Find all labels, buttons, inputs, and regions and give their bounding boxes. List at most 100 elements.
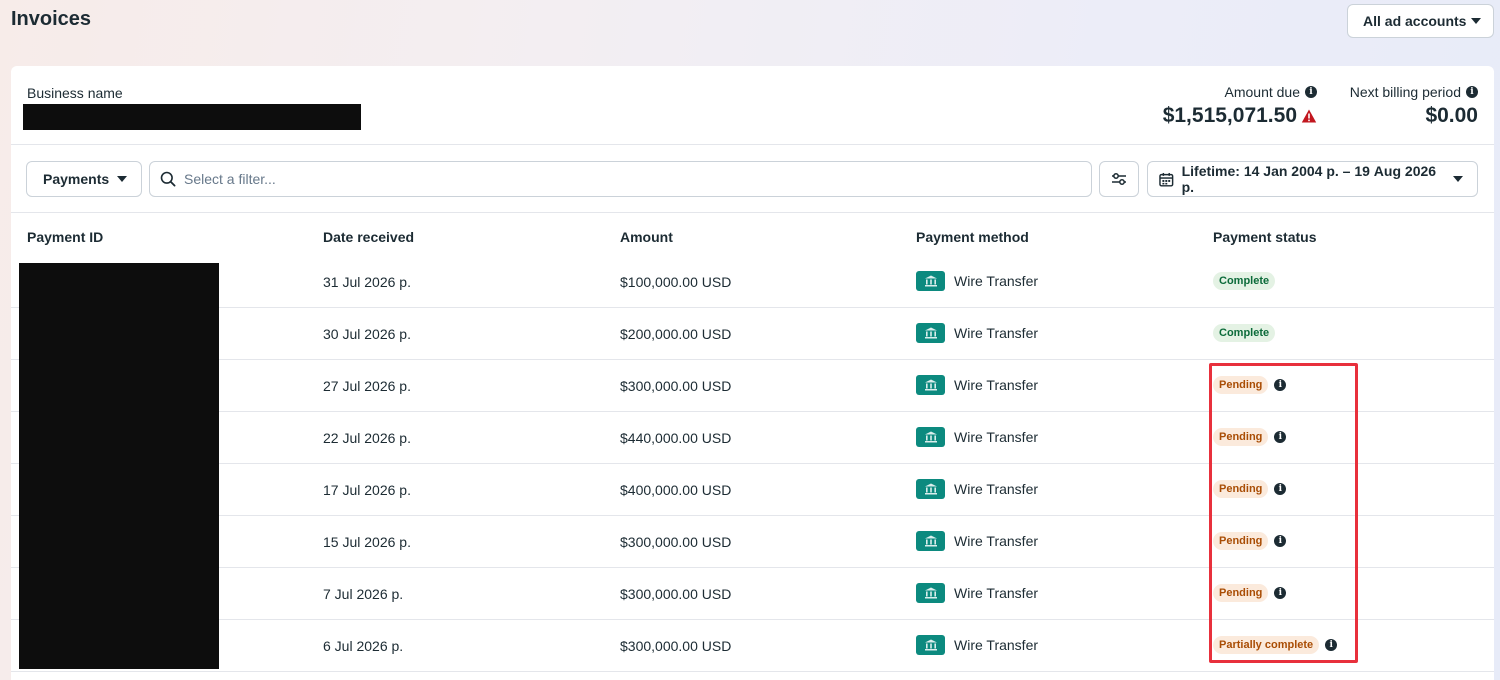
- info-icon[interactable]: i: [1305, 86, 1317, 98]
- filter-settings-button[interactable]: [1099, 161, 1139, 197]
- info-icon[interactable]: i: [1274, 483, 1287, 495]
- amount-cell: $300,000.00 USD: [620, 638, 732, 654]
- bank-icon: [916, 479, 945, 499]
- bank-icon: [916, 323, 945, 343]
- bank-icon: [916, 375, 945, 395]
- next-billing-label: Next billing period i: [1350, 84, 1478, 100]
- amount-cell: $200,000.00 USD: [620, 326, 732, 342]
- amount-cell: $300,000.00 USD: [620, 586, 732, 602]
- table-row[interactable]: 6 Jul 2026 р. $300,000.00 USD Wire Transfe…: [11, 620, 1494, 672]
- table-row[interactable]: 30 Jul 2026 р. $200,000.00 USD Wire Transf…: [11, 308, 1494, 360]
- caret-down-icon: [117, 176, 127, 182]
- status-badge: Complete: [1213, 324, 1276, 342]
- payment-method-label: Wire Transfer: [954, 637, 1039, 653]
- bank-icon: [916, 271, 945, 291]
- amount-cell: $440,000.00 USD: [620, 430, 732, 446]
- payment-method-label: Wire Transfer: [954, 377, 1039, 393]
- payment-status-cell: Pending i: [1213, 584, 1287, 602]
- payment-status-cell: Complete: [1213, 324, 1276, 342]
- date-received-cell: 27 Jul 2026 р.: [323, 378, 411, 394]
- next-billing-label-text: Next billing period: [1349, 84, 1461, 100]
- column-header-payment-method[interactable]: Payment method: [916, 229, 1029, 245]
- bank-icon: [916, 427, 945, 447]
- payment-method-label: Wire Transfer: [954, 325, 1039, 341]
- calendar-icon: [1159, 172, 1174, 187]
- table-row[interactable]: 31 Jul 2026 р. $100,000.00 USD Wire Transf…: [11, 256, 1494, 308]
- info-icon[interactable]: i: [1274, 587, 1287, 599]
- warning-icon[interactable]: [1301, 108, 1317, 124]
- invoices-card: Business name Amount due i $1,515,071.50…: [11, 66, 1494, 680]
- status-badge: Complete: [1213, 272, 1276, 290]
- payment-method-cell: Wire Transfer: [916, 531, 1038, 551]
- ad-accounts-dropdown[interactable]: All ad accounts: [1347, 4, 1494, 38]
- next-billing-value: $0.00: [1425, 104, 1478, 127]
- bank-icon: [916, 531, 945, 551]
- amount-due-label: Amount due i: [1224, 84, 1317, 100]
- date-range-label: Lifetime: 14 Jan 2004 р. – 19 Aug 2026 р…: [1181, 163, 1437, 195]
- payments-dropdown[interactable]: Payments: [26, 161, 142, 197]
- info-icon[interactable]: i: [1274, 431, 1287, 443]
- bank-icon: [916, 635, 945, 655]
- bank-icon: [916, 583, 945, 603]
- status-badge: Pending: [1213, 584, 1269, 602]
- amount-due-label-text: Amount due: [1224, 84, 1301, 100]
- date-received-cell: 7 Jul 2026 р.: [323, 586, 404, 602]
- caret-down-icon: [1471, 18, 1481, 24]
- payment-status-cell: Pending i: [1213, 428, 1287, 446]
- table-row[interactable]: 15 Jul 2026 р. $300,000.00 USD Wire Transf…: [11, 516, 1494, 568]
- amount-cell: $100,000.00 USD: [620, 274, 732, 290]
- column-header-payment-status[interactable]: Payment status: [1213, 229, 1316, 245]
- amount-cell: $300,000.00 USD: [620, 534, 732, 550]
- payment-status-cell: Pending i: [1213, 480, 1287, 498]
- date-received-cell: 30 Jul 2026 р.: [323, 326, 411, 342]
- info-icon[interactable]: i: [1274, 379, 1287, 391]
- column-header-date-received[interactable]: Date received: [323, 229, 414, 245]
- payment-method-label: Wire Transfer: [954, 585, 1039, 601]
- payments-dropdown-label: Payments: [43, 171, 110, 187]
- divider: [11, 144, 1494, 145]
- payments-table-body: 31 Jul 2026 р. $100,000.00 USD Wire Transf…: [11, 256, 1494, 672]
- payment-method-cell: Wire Transfer: [916, 323, 1038, 343]
- search-icon: [160, 171, 176, 187]
- table-row[interactable]: 7 Jul 2026 р. $300,000.00 USD Wire Transfe…: [11, 568, 1494, 620]
- date-received-cell: 22 Jul 2026 р.: [323, 430, 411, 446]
- payment-status-cell: Complete: [1213, 272, 1276, 290]
- payment-method-cell: Wire Transfer: [916, 583, 1038, 603]
- table-header: Payment ID Date received Amount Payment …: [11, 213, 1494, 255]
- filter-search-input[interactable]: [184, 171, 1091, 187]
- caret-down-icon: [1453, 176, 1463, 182]
- date-received-cell: 31 Jul 2026 р.: [323, 274, 411, 290]
- info-icon[interactable]: i: [1325, 639, 1338, 651]
- column-header-payment-id[interactable]: Payment ID: [27, 229, 103, 245]
- table-row[interactable]: 22 Jul 2026 р. $440,000.00 USD Wire Transf…: [11, 412, 1494, 464]
- status-badge: Pending: [1213, 532, 1269, 550]
- status-badge: Pending: [1213, 428, 1269, 446]
- status-badge: Pending: [1213, 480, 1269, 498]
- info-icon[interactable]: i: [1466, 86, 1478, 98]
- filter-search[interactable]: [149, 161, 1092, 197]
- amount-cell: $400,000.00 USD: [620, 482, 732, 498]
- business-name-redacted: [23, 104, 361, 130]
- payment-method-cell: Wire Transfer: [916, 375, 1038, 395]
- ad-accounts-label: All ad accounts: [1363, 13, 1467, 29]
- sliders-icon: [1112, 173, 1126, 185]
- table-row[interactable]: 17 Jul 2026 р. $400,000.00 USD Wire Transf…: [11, 464, 1494, 516]
- status-badge: Partially complete: [1213, 636, 1320, 654]
- column-header-amount[interactable]: Amount: [620, 229, 673, 245]
- amount-due-value: $1,515,071.50: [1163, 104, 1317, 128]
- amount-due-value-text: $1,515,071.50: [1162, 104, 1297, 127]
- payment-method-cell: Wire Transfer: [916, 479, 1038, 499]
- payment-id-redacted: [19, 263, 219, 669]
- payment-method-cell: Wire Transfer: [916, 635, 1038, 655]
- page-title: Invoices: [11, 8, 92, 30]
- date-range-dropdown[interactable]: Lifetime: 14 Jan 2004 р. – 19 Aug 2026 р…: [1147, 161, 1478, 197]
- payment-method-label: Wire Transfer: [954, 429, 1039, 445]
- status-badge: Pending: [1213, 376, 1269, 394]
- info-icon[interactable]: i: [1274, 535, 1287, 547]
- payment-method-label: Wire Transfer: [954, 273, 1039, 289]
- amount-cell: $300,000.00 USD: [620, 378, 732, 394]
- table-row[interactable]: 27 Jul 2026 р. $300,000.00 USD Wire Transf…: [11, 360, 1494, 412]
- payment-method-cell: Wire Transfer: [916, 427, 1038, 447]
- payment-method-cell: Wire Transfer: [916, 271, 1038, 291]
- payment-method-label: Wire Transfer: [954, 533, 1039, 549]
